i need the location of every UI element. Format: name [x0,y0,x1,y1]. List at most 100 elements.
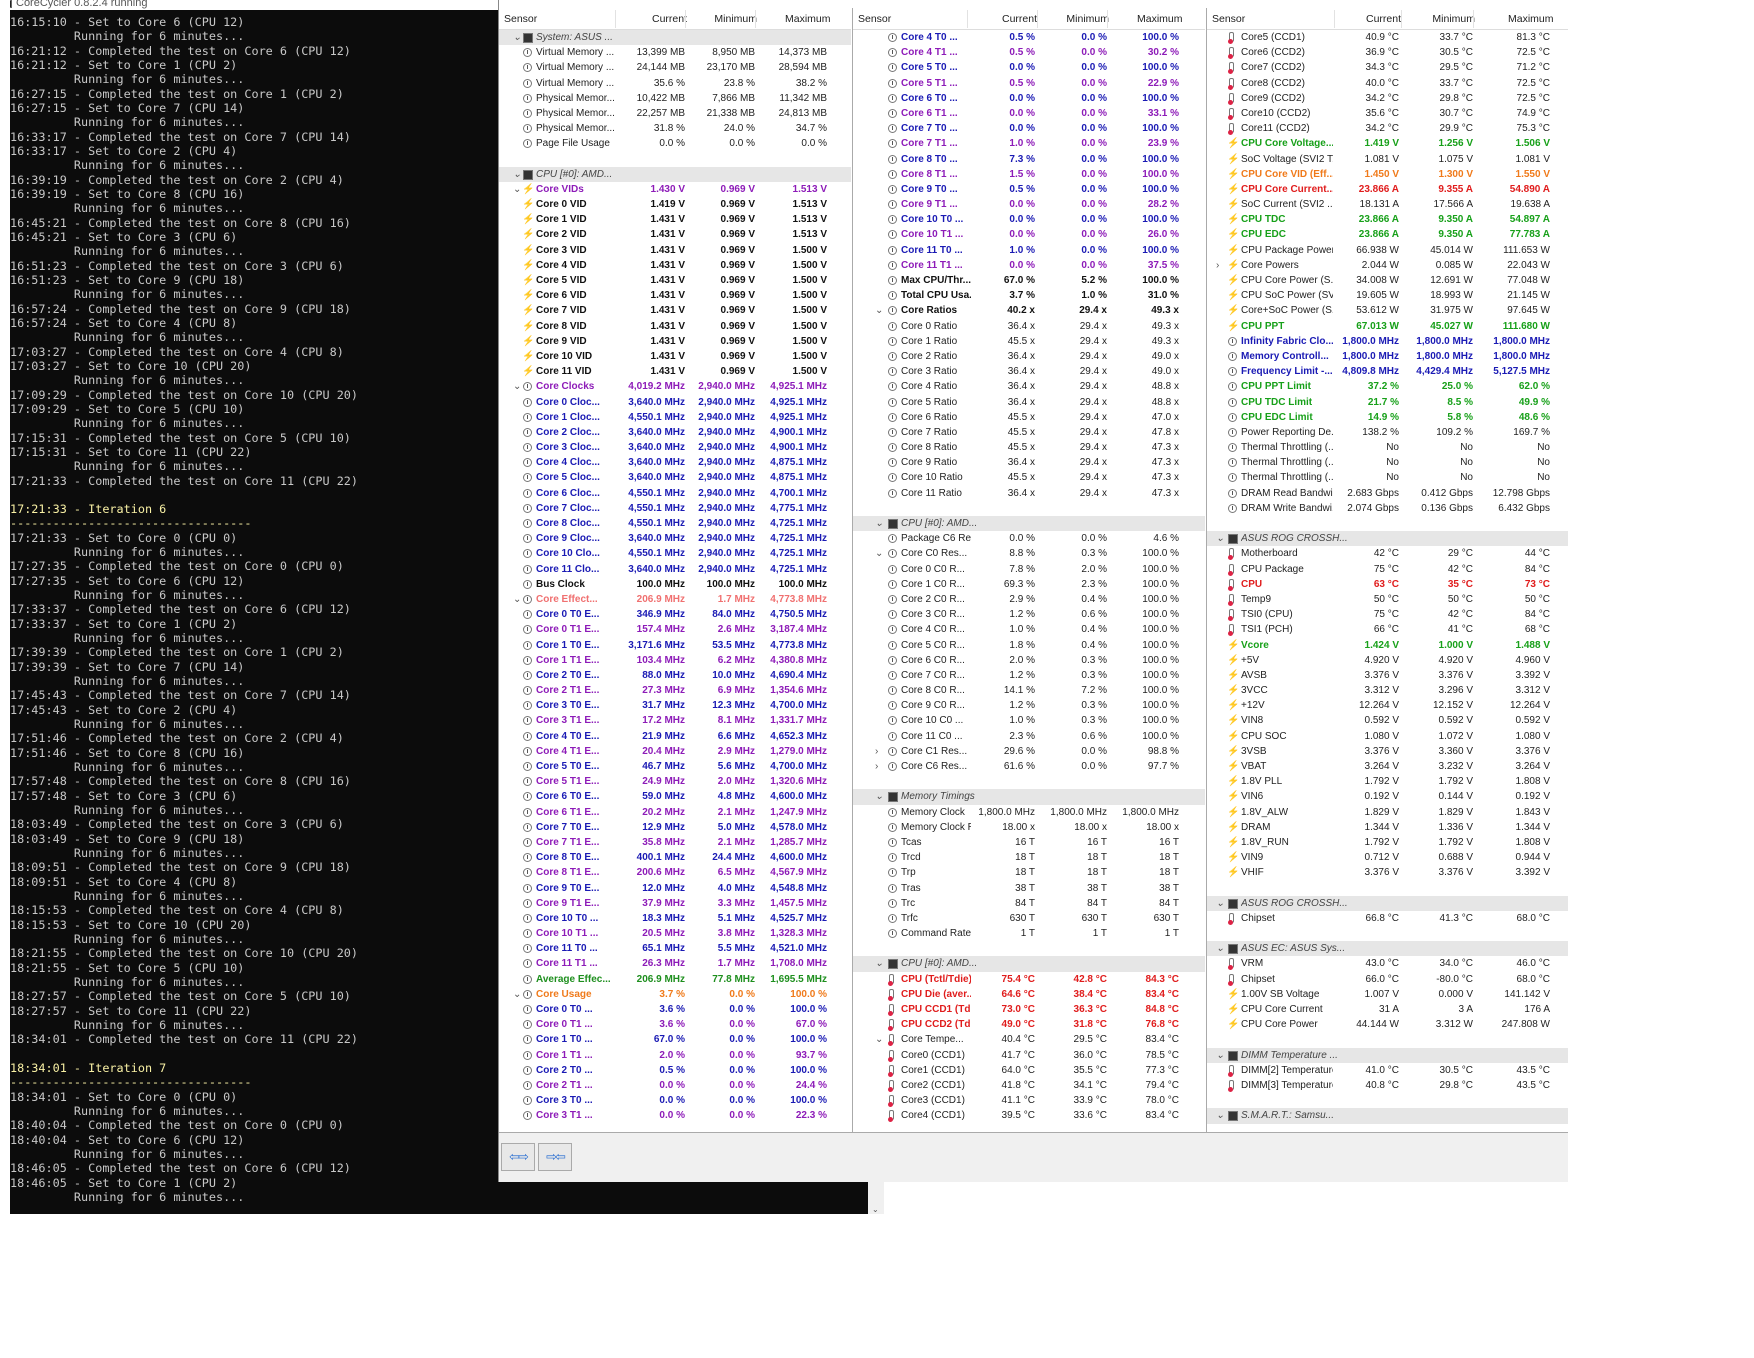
sensor-row[interactable]: Core 1 T0 E... 3,171.6 MHz 53.5 MHz 4,773.8… [499,638,851,653]
column-divider[interactable] [1334,10,1335,28]
sensor-row[interactable]: CPU Core Power (S... 34.008 W 12.691 W 77.0… [1207,273,1568,288]
sensor-row[interactable]: CPU PPT Limit 37.2 % 25.0 % 62.0 % [1207,379,1568,394]
sensor-row[interactable]: Physical Memor... 22,257 MB 21,338 MB 24,81… [499,106,851,121]
sensor-row[interactable]: Core 7 VID 1.431 V 0.969 V 1.500 V [499,303,851,318]
sensor-row[interactable]: CPU Die (aver... 64.6 °C 38.4 °C 83.4 °C [853,987,1205,1002]
console-scroll-corner[interactable]: ⌄ [868,1182,884,1214]
sensor-row[interactable]: 1.8V_RUN 1.792 V 1.792 V 1.808 V [1207,835,1568,850]
sensor-row[interactable]: ⌄ Core Tempe... 40.4 °C 29.5 °C 83.4 °C [853,1032,1205,1047]
sensor-row[interactable]: Core 5 Cloc... 3,640.0 MHz 2,940.0 MHz 4,87… [499,470,851,485]
sensor-row[interactable]: Core 7 T0 ... 0.0 % 0.0 % 100.0 % [853,121,1205,136]
sensor-row[interactable]: Page File Usage 0.0 % 0.0 % 0.0 % [499,136,851,151]
sensor-row[interactable]: Core 5 T1 E... 24.9 MHz 2.0 MHz 1,320.6 MHz [499,774,851,789]
sensor-row[interactable]: Core 7 Cloc... 4,550.1 MHz 2,940.0 MHz 4,77… [499,501,851,516]
sensor-row[interactable]: SoC Current (SVI2 ... 18.131 A 17.566 A 19.… [1207,197,1568,212]
sensor-row[interactable]: Infinity Fabric Clo... 1,800.0 MHz 1,800.0… [1207,334,1568,349]
sensor-group-header[interactable]: ⌄ ASUS EC: ASUS Sys... [1207,941,1568,957]
sensor-row[interactable]: Core10 (CCD2) 35.6 °C 30.7 °C 74.9 °C [1207,106,1568,121]
sensor-row[interactable]: ⌄ Core C0 Res... 8.8 % 0.3 % 100.0 % [853,546,1205,561]
sensor-row[interactable]: Core 0 T1 ... 3.6 % 0.0 % 67.0 % [499,1017,851,1032]
sensor-row[interactable]: Thermal Throttling (... No No No [1207,455,1568,470]
sensor-row[interactable]: › Core C1 Res... 29.6 % 0.0 % 98.8 % [853,744,1205,759]
column-divider[interactable] [1473,10,1474,28]
sensor-row[interactable]: Core 6 VID 1.431 V 0.969 V 1.500 V [499,288,851,303]
sensor-row[interactable]: +12V 12.264 V 12.152 V 12.264 V [1207,698,1568,713]
sensor-row[interactable]: +5V 4.920 V 4.920 V 4.960 V [1207,653,1568,668]
column-header-current[interactable]: Current [643,13,687,25]
sensor-row[interactable]: Thermal Throttling (... No No No [1207,470,1568,485]
sensor-row[interactable]: Core 2 T0 ... 0.5 % 0.0 % 100.0 % [499,1063,851,1078]
sensor-row[interactable]: DRAM Read Bandwi... 2.683 Gbps 0.412 Gbps 1… [1207,486,1568,501]
column-divider[interactable] [1037,10,1038,28]
column-divider[interactable] [967,10,968,28]
sensor-row[interactable]: › Core C6 Res... 61.6 % 0.0 % 97.7 % [853,759,1205,774]
sensor-row[interactable]: Physical Memor... 31.8 % 24.0 % 34.7 % [499,121,851,136]
sensor-row[interactable]: Core 5 T1 ... 0.5 % 0.0 % 22.9 % [853,76,1205,91]
sensor-row[interactable]: Chipset 66.8 °C 41.3 °C 68.0 °C [1207,911,1568,926]
column-divider[interactable] [1401,10,1402,28]
sensor-row[interactable]: Core 5 Ratio 36.4 x 29.4 x 48.8 x [853,395,1205,410]
sensor-row[interactable]: Core 2 Ratio 36.4 x 29.4 x 49.0 x [853,349,1205,364]
sensor-row[interactable]: TSI1 (PCH) 66 °C 41 °C 68 °C [1207,622,1568,637]
sensor-row[interactable]: CPU EDC 23.866 A 9.350 A 77.783 A [1207,227,1568,242]
sensor-row[interactable]: Core 4 T1 E... 20.4 MHz 2.9 MHz 1,279.0 MHz [499,744,851,759]
sensor-row[interactable]: Memory Controll... 1,800.0 MHz 1,800.0 MHz… [1207,349,1568,364]
sensor-row[interactable]: Core 8 T0 ... 7.3 % 0.0 % 100.0 % [853,152,1205,167]
sensor-row[interactable]: Core 1 C0 R... 69.3 % 2.3 % 100.0 % [853,577,1205,592]
sensor-row[interactable]: VBAT 3.264 V 3.232 V 3.264 V [1207,759,1568,774]
sensor-row[interactable]: Core 8 Ratio 45.5 x 29.4 x 47.3 x [853,440,1205,455]
sensor-row[interactable]: Core 9 T0 ... 0.5 % 0.0 % 100.0 % [853,182,1205,197]
column-divider[interactable] [755,10,756,28]
sensor-row[interactable]: Trp 18 T 18 T 18 T [853,865,1205,880]
sensor-row[interactable]: Core 4 Ratio 36.4 x 29.4 x 48.8 x [853,379,1205,394]
sensor-row[interactable]: Core 6 Cloc... 4,550.1 MHz 2,940.0 MHz 4,70… [499,486,851,501]
sensor-row[interactable]: DRAM Write Bandwi... 2.074 Gbps 0.136 Gbps… [1207,501,1568,516]
chevron-down-icon[interactable]: ⌄ [875,1032,883,1047]
sensor-row[interactable]: Core 8 C0 R... 14.1 % 7.2 % 100.0 % [853,683,1205,698]
sensor-row[interactable]: Core 0 Ratio 36.4 x 29.4 x 49.3 x [853,319,1205,334]
chevron-down-icon[interactable]: ⌄ [875,956,883,971]
sensor-row[interactable]: Core 9 Ratio 36.4 x 29.4 x 47.3 x [853,455,1205,470]
sensor-row[interactable]: Core 0 VID 1.419 V 0.969 V 1.513 V [499,197,851,212]
sensor-row[interactable]: Core 11 C0 ... 2.3 % 0.6 % 100.0 % [853,729,1205,744]
sensor-panel[interactable]: Sensor Current Minimum Maximum Core5 (CCD1) 4… [1207,8,1568,1132]
sensor-row[interactable]: CPU Core Voltage... 1.419 V 1.256 V 1.506 V [1207,136,1568,151]
sensor-row[interactable]: CPU CCD1 (Tdi... 73.0 °C 36.3 °C 84.8 °C [853,1002,1205,1017]
sensor-row[interactable]: Core 7 T0 E... 12.9 MHz 5.0 MHz 4,578.0 MHz [499,820,851,835]
chevron-down-icon[interactable]: ⌄ [1216,1108,1224,1123]
sensor-row[interactable]: Package C6 Re... 0.0 % 0.0 % 4.6 % [853,531,1205,546]
sensor-row[interactable]: Core6 (CCD2) 36.9 °C 30.5 °C 72.5 °C [1207,45,1568,60]
sensor-row[interactable]: Core 11 T1 ... 0.0 % 0.0 % 37.5 % [853,258,1205,273]
sensor-row[interactable]: DIMM[2] Temperature 41.0 °C 30.5 °C 43.5 °C [1207,1063,1568,1078]
sensor-row[interactable]: Core3 (CCD1) 41.1 °C 33.9 °C 78.0 °C [853,1093,1205,1108]
sensor-row[interactable]: CPU TDC Limit 21.7 % 8.5 % 49.9 % [1207,395,1568,410]
expand-arrows-button[interactable]: ⇨⇦ [538,1143,572,1171]
sensor-row[interactable]: Core 10 Ratio 45.5 x 29.4 x 47.3 x [853,470,1205,485]
chevron-down-icon[interactable]: ⌄ [513,379,521,394]
sensor-row[interactable]: Core 3 VID 1.431 V 0.969 V 1.500 V [499,243,851,258]
sensor-row[interactable]: Core9 (CCD2) 34.2 °C 29.8 °C 72.5 °C [1207,91,1568,106]
sensor-row[interactable]: Core 4 C0 R... 1.0 % 0.4 % 100.0 % [853,622,1205,637]
column-header-maximum[interactable]: Maximum [785,13,831,25]
sensor-row[interactable]: Core 11 T0 ... 1.0 % 0.0 % 100.0 % [853,243,1205,258]
sensor-row[interactable]: CPU Core Power 44.144 W 3.312 W 247.808 W [1207,1017,1568,1032]
sensor-row[interactable]: ⌄ Core VIDs 1.430 V 0.969 V 1.513 V [499,182,851,197]
sensor-row[interactable]: Core 1 Cloc... 4,550.1 MHz 2,940.0 MHz 4,92… [499,410,851,425]
chevron-down-icon[interactable]: ⌄ [1216,941,1224,956]
sensor-row[interactable]: Core 9 VID 1.431 V 0.969 V 1.500 V [499,334,851,349]
sensor-row[interactable]: Core 3 T1 E... 17.2 MHz 8.1 MHz 1,331.7 MHz [499,713,851,728]
sensor-row[interactable]: Core 5 T0 ... 0.0 % 0.0 % 100.0 % [853,60,1205,75]
sensor-row[interactable]: Core 6 Ratio 45.5 x 29.4 x 47.0 x [853,410,1205,425]
sensor-group-header[interactable]: ⌄ System: ASUS ... [499,30,851,46]
sensor-row[interactable]: Core 2 T1 ... 0.0 % 0.0 % 24.4 % [499,1078,851,1093]
sensor-row[interactable]: Core 0 T0 E... 346.9 MHz 84.0 MHz 4,750.5 M… [499,607,851,622]
chevron-down-icon[interactable]: ⌄ [513,167,521,182]
sensor-row[interactable]: Core 0 T1 E... 157.4 MHz 2.6 MHz 3,187.4 MH… [499,622,851,637]
sensor-row[interactable]: CPU SOC 1.080 V 1.072 V 1.080 V [1207,729,1568,744]
sensor-row[interactable]: Core 1 Ratio 45.5 x 29.4 x 49.3 x [853,334,1205,349]
sensor-row[interactable]: Memory Clock 1,800.0 MHz 1,800.0 MHz 1,800.… [853,805,1205,820]
chevron-down-icon[interactable]: ⌄ [513,987,521,1002]
sensor-row[interactable]: Core 4 T1 ... 0.5 % 0.0 % 30.2 % [853,45,1205,60]
sensor-group-header[interactable]: ⌄ S.M.A.R.T.: Samsu... [1207,1108,1568,1124]
sensor-row[interactable]: Core11 (CCD2) 34.2 °C 29.9 °C 75.3 °C [1207,121,1568,136]
